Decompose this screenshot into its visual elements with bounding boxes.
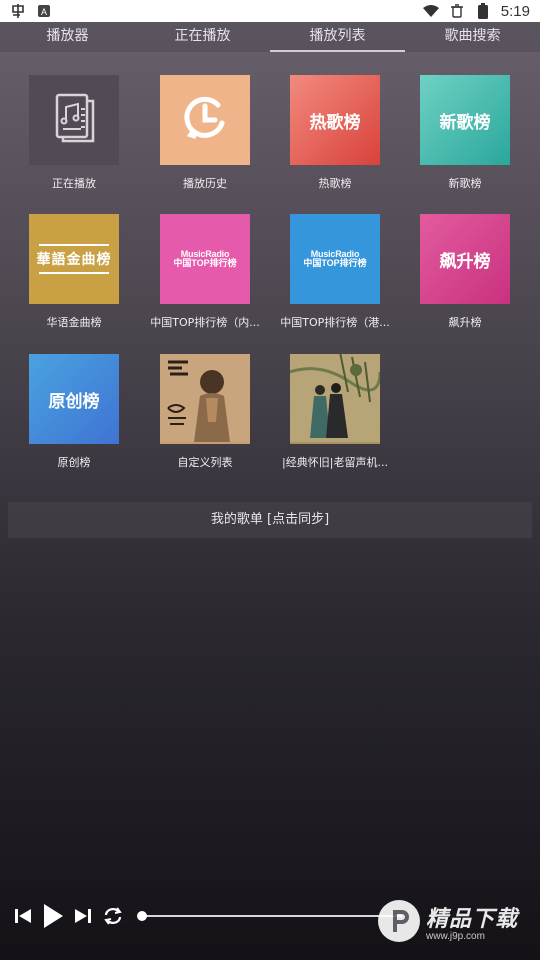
status-time: 5:19 — [500, 2, 530, 20]
playlist-label: 正在播放 — [52, 177, 96, 190]
tile-title: 原创榜 — [48, 391, 100, 412]
playlist-chinese-gold[interactable]: 華語金曲榜 华语金曲榜 — [9, 214, 139, 330]
next-icon[interactable] — [68, 901, 98, 931]
playlist-label: 自定义列表 — [177, 456, 233, 469]
history-clock-icon — [178, 91, 232, 149]
play-icon[interactable] — [38, 901, 68, 931]
playlist-label: 原创榜 — [57, 456, 91, 469]
playlist-label: 中国TOP排行榜（内... — [150, 316, 260, 329]
previous-icon[interactable] — [8, 901, 38, 931]
classic-tile[interactable] — [290, 354, 380, 444]
logo-subtitle: 中国TOP排行榜 — [303, 258, 367, 268]
playlist-custom[interactable]: 自定义列表 — [140, 354, 270, 470]
trash-icon — [449, 3, 465, 19]
progress-bar[interactable] — [137, 911, 402, 921]
top-hk-tile[interactable]: MusicRadio 中国TOP排行榜 — [290, 214, 380, 304]
status-bar: A 5:19 — [0, 0, 540, 22]
repeat-icon[interactable] — [98, 901, 128, 931]
watermark-url: www.j9p.com — [426, 930, 485, 942]
wifi-icon — [422, 3, 439, 19]
playlist-label: 热歌榜 — [318, 177, 352, 190]
original-tile[interactable]: 原创榜 — [29, 354, 119, 444]
playlist-label: 华语金曲榜 — [46, 316, 102, 329]
playlist-original[interactable]: 原创榜 原创榜 — [9, 354, 139, 470]
tile-title: 新歌榜 — [439, 112, 491, 133]
musicradio-logo: MusicRadio 中国TOP排行榜 — [303, 249, 367, 269]
album-cover-icon — [160, 354, 250, 444]
playlist-top-hk[interactable]: MusicRadio 中国TOP排行榜 中国TOP排行榜（港... — [270, 214, 400, 330]
custom-tile[interactable] — [160, 354, 250, 444]
playlist-new[interactable]: 新歌榜 新歌榜 — [400, 75, 530, 191]
gold-tile[interactable]: 華語金曲榜 — [29, 214, 119, 304]
divider — [39, 272, 109, 274]
app-icon — [10, 3, 26, 19]
soaring-tile[interactable]: 飙升榜 — [420, 214, 510, 304]
playlist-label: 新歌榜 — [448, 177, 482, 190]
playlist-now-playing[interactable]: 正在播放 — [9, 75, 139, 191]
playlist-history[interactable]: 播放历史 — [140, 75, 270, 191]
watermark: 精品下载 www.j9p.com — [378, 900, 518, 942]
playlist-hot[interactable]: 热歌榜 热歌榜 — [270, 75, 400, 191]
playlist-label: 中国TOP排行榜（港... — [280, 316, 390, 329]
battery-icon — [475, 3, 491, 19]
new-tile[interactable]: 新歌榜 — [420, 75, 510, 165]
tile-title: 飙升榜 — [439, 251, 491, 272]
top-mainland-tile[interactable]: MusicRadio 中国TOP排行榜 — [160, 214, 250, 304]
hot-tile[interactable]: 热歌榜 — [290, 75, 380, 165]
tab-bar: 播放器 正在播放 播放列表 歌曲搜索 — [0, 22, 540, 52]
my-playlist-sync-button[interactable]: 我的歌单 [点击同步] — [8, 502, 532, 538]
tile-title: 热歌榜 — [309, 112, 361, 133]
playlist-label: 播放历史 — [183, 177, 227, 190]
watermark-text: 精品下载 — [426, 906, 519, 932]
a-icon: A — [36, 3, 52, 19]
watermark-logo-icon — [378, 900, 420, 942]
tile-title: 華語金曲榜 — [36, 252, 112, 268]
history-tile[interactable] — [160, 75, 250, 165]
album-cover-icon — [290, 354, 380, 444]
tab-now-playing[interactable]: 正在播放 — [135, 22, 270, 52]
progress-knob[interactable] — [137, 911, 147, 921]
music-document-icon — [43, 87, 105, 153]
tab-playlist[interactable]: 播放列表 — [270, 22, 405, 52]
tab-player[interactable]: 播放器 — [0, 22, 135, 52]
playlist-classic[interactable]: |经典怀旧|老留声机... — [270, 354, 400, 470]
playlist-top-mainland[interactable]: MusicRadio 中国TOP排行榜 中国TOP排行榜（内... — [140, 214, 270, 330]
tab-song-search[interactable]: 歌曲搜索 — [405, 22, 540, 52]
logo-subtitle: 中国TOP排行榜 — [173, 258, 237, 268]
playlist-label: 飙升榜 — [448, 316, 482, 329]
playlist-label: |经典怀旧|老留声机... — [282, 456, 388, 469]
playlist-soaring[interactable]: 飙升榜 飙升榜 — [400, 214, 530, 330]
svg-text:A: A — [41, 7, 47, 17]
musicradio-logo: MusicRadio 中国TOP排行榜 — [173, 249, 237, 269]
now-playing-tile[interactable] — [29, 75, 119, 165]
divider — [39, 244, 109, 246]
